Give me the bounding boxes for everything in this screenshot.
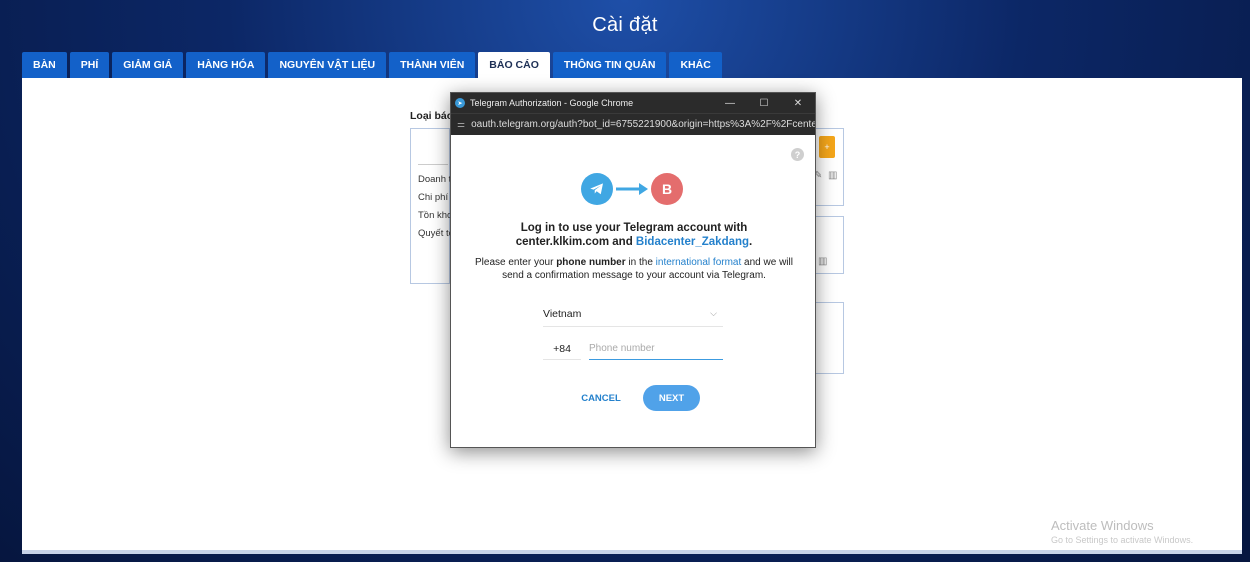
report-panel (814, 302, 844, 374)
cancel-button[interactable]: CANCEL (577, 388, 625, 408)
bot-name-link[interactable]: Bidacenter_Zakdang (636, 236, 749, 248)
login-period: . (749, 236, 753, 248)
instructions: Please enter your phone number in the in… (469, 256, 799, 282)
country-select[interactable]: Vietnam ⌵ (543, 301, 723, 327)
tab-phi[interactable]: PHÍ (69, 52, 110, 78)
tab-hang-hoa[interactable]: HÀNG HÓA (186, 52, 266, 78)
login-line-1: Log in to use your Telegram account with (520, 222, 748, 234)
bottom-bar (22, 550, 1242, 554)
site-settings-icon[interactable]: ⚌ (457, 119, 465, 130)
add-button[interactable]: + (819, 136, 835, 158)
url-text: oauth.telegram.org/auth?bot_id=675522190… (471, 119, 815, 130)
tab-giam-gia[interactable]: GIẢM GIÁ (112, 52, 184, 78)
report-item[interactable]: Tồn kho (418, 210, 450, 221)
app-title: Cài đặt (592, 14, 658, 36)
minimize-icon[interactable]: — (713, 98, 747, 109)
bot-avatar: B (651, 173, 683, 205)
telegram-auth-window: ➤ Telegram Authorization - Google Chrome… (450, 92, 816, 448)
instr-bold: phone number (556, 257, 626, 268)
watermark-title: Activate Windows (1051, 518, 1154, 533)
next-button[interactable]: NEXT (643, 385, 700, 411)
login-site: center.klkim.com and (515, 236, 636, 248)
report-item[interactable]: Doanh th (418, 174, 450, 185)
close-icon[interactable]: ✕ (781, 98, 815, 109)
trash-icon[interactable]: ▥ (818, 256, 827, 267)
tab-thanh-vien[interactable]: THÀNH VIÊN (389, 52, 476, 78)
watermark-subtitle: Go to Settings to activate Windows. (1051, 535, 1194, 545)
report-type-label: Loại báo (410, 110, 454, 122)
login-message: Log in to use your Telegram account with… (451, 221, 817, 249)
url-bar[interactable]: ⚌ oauth.telegram.org/auth?bot_id=6755221… (451, 113, 815, 135)
report-item[interactable]: Quyết to (418, 228, 450, 239)
report-item[interactable]: Chi phí (418, 192, 450, 203)
report-divider (418, 164, 448, 165)
instr-part: Please enter your (475, 257, 557, 268)
window-controls: — ☐ ✕ (713, 98, 815, 109)
international-format-link[interactable]: international format (656, 257, 742, 268)
login-line-2: center.klkim.com and Bidacenter_Zakdang. (451, 235, 817, 249)
instr-part: in the (625, 257, 656, 268)
telegram-icon: ➤ (455, 98, 465, 108)
arrow-icon (613, 182, 651, 196)
window-titlebar: ➤ Telegram Authorization - Google Chrome… (451, 93, 815, 113)
settings-tabbar: BÀN PHÍ GIẢM GIÁ HÀNG HÓA NGUYÊN VẬT LIỆ… (22, 52, 722, 78)
country-code[interactable]: +84 (543, 338, 581, 360)
tab-thong-tin-quan[interactable]: THÔNG TIN QUÁN (552, 52, 667, 78)
tab-bao-cao[interactable]: BÁO CÁO (478, 52, 550, 78)
activate-windows-watermark: Activate Windows Go to Settings to activ… (1051, 518, 1193, 548)
window-title: Telegram Authorization - Google Chrome (470, 98, 634, 108)
tab-ban[interactable]: BÀN (22, 52, 67, 78)
tab-nguyen-vat-lieu[interactable]: NGUYÊN VẬT LIỆU (268, 52, 387, 78)
auth-logos: B (581, 173, 683, 205)
phone-number-input[interactable] (589, 338, 723, 360)
report-type-panel (410, 128, 450, 284)
trash-icon[interactable]: ▥ (828, 170, 837, 181)
country-value: Vietnam (543, 307, 582, 320)
maximize-icon[interactable]: ☐ (747, 98, 781, 109)
telegram-logo-icon (581, 173, 613, 205)
chevron-down-icon: ⌵ (710, 308, 717, 318)
tab-khac[interactable]: KHÁC (669, 52, 722, 78)
help-icon[interactable]: ? (791, 148, 804, 161)
